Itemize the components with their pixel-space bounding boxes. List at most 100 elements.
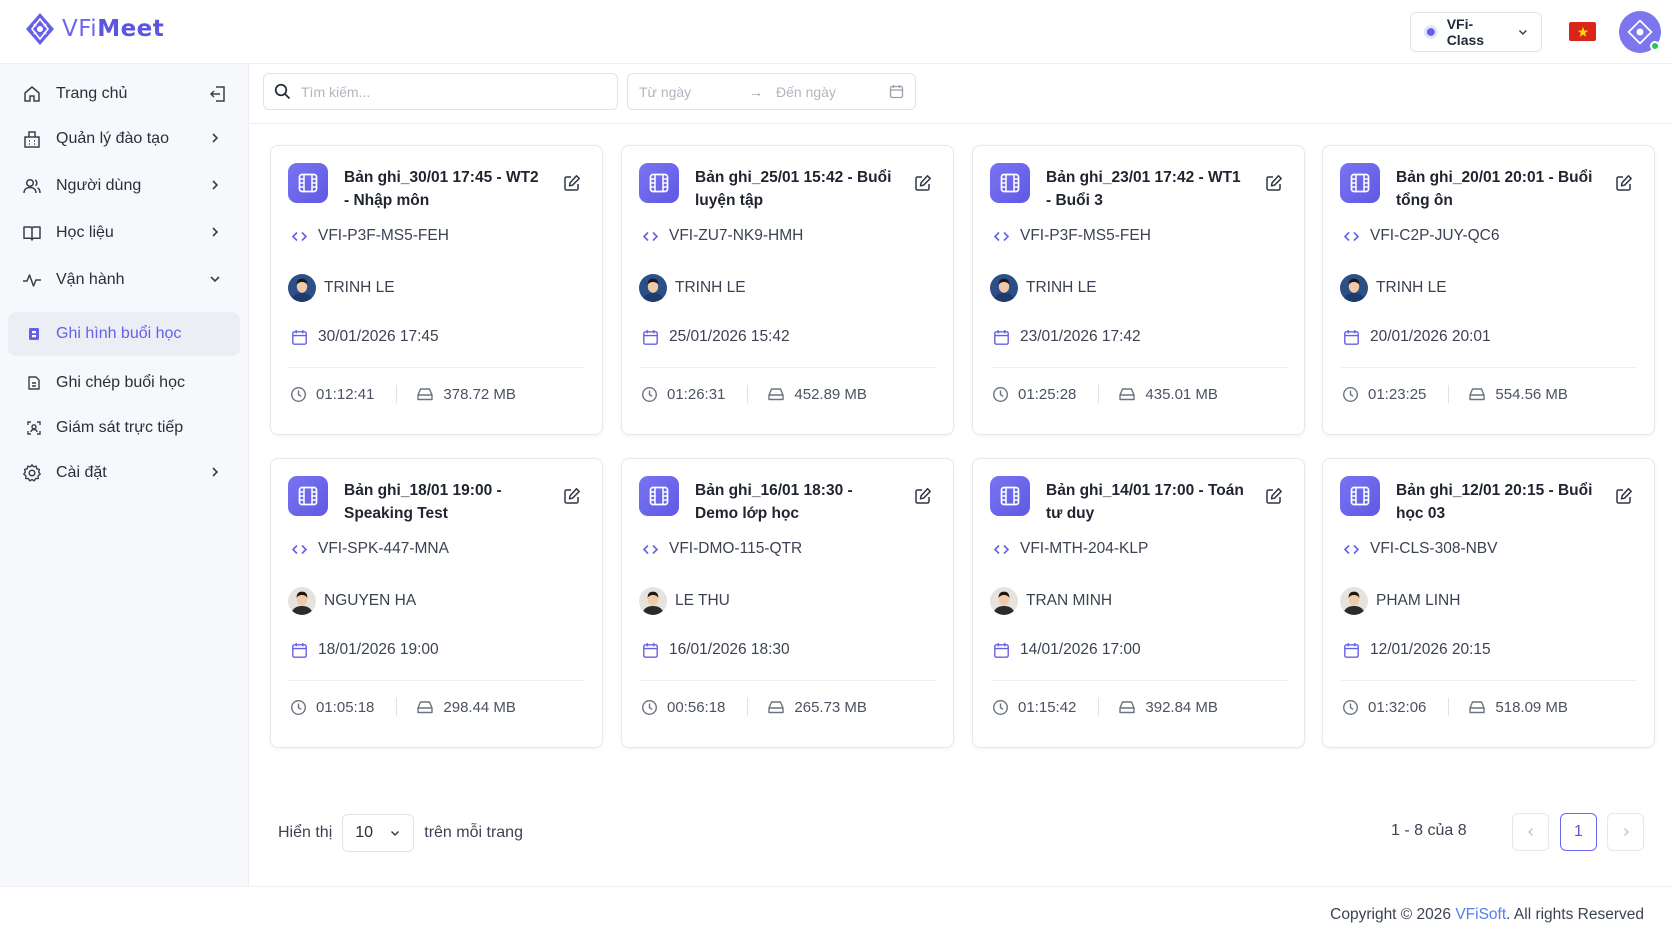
card-divider bbox=[1341, 680, 1637, 681]
host-row: NGUYEN HA bbox=[288, 587, 416, 615]
recording-card[interactable]: Bản ghi_23/01 17:42 - WT1 - Buổi 3 VFI-P… bbox=[972, 145, 1305, 435]
card-divider bbox=[640, 367, 936, 368]
code-icon bbox=[1343, 231, 1360, 241]
edit-icon[interactable] bbox=[563, 174, 581, 197]
edit-icon[interactable] bbox=[1265, 487, 1283, 510]
meeting-code: VFI-DMO-115-QTR bbox=[669, 540, 803, 557]
recording-card[interactable]: Bản ghi_30/01 17:45 - WT2 - Nhập môn VFI… bbox=[270, 145, 603, 435]
code-icon bbox=[993, 544, 1010, 554]
edit-icon[interactable] bbox=[1265, 174, 1283, 197]
pagination-range: 1 - 8 của 8 bbox=[1391, 822, 1467, 839]
recording-size: 392.84 MB bbox=[1145, 698, 1218, 716]
calendar-icon bbox=[643, 642, 658, 658]
calendar-icon bbox=[1344, 329, 1359, 345]
storage-icon bbox=[1119, 701, 1136, 714]
recording-card[interactable]: Bản ghi_14/01 17:00 - Toán tư duy VFI-MT… bbox=[972, 458, 1305, 748]
sidebar-item-home[interactable]: Trang chủ bbox=[8, 72, 240, 116]
next-page-button[interactable] bbox=[1607, 813, 1644, 851]
date-from-field[interactable]: Từ ngày bbox=[639, 84, 749, 100]
search-box[interactable] bbox=[263, 73, 618, 110]
brand-link[interactable]: VFiSoft bbox=[1455, 906, 1506, 923]
sidebar-item-settings[interactable]: Cài đặt bbox=[8, 451, 240, 495]
edit-icon[interactable] bbox=[563, 487, 581, 510]
video-thumbnail-icon bbox=[288, 476, 328, 516]
vietnam-flag-icon[interactable] bbox=[1569, 22, 1596, 41]
meta-row: 01:23:25 554.56 MB bbox=[1342, 385, 1568, 403]
edit-icon[interactable] bbox=[914, 174, 932, 197]
search-input[interactable] bbox=[301, 83, 601, 100]
sidebar-item-label: Vận hành bbox=[56, 271, 125, 288]
host-name: TRINH LE bbox=[1376, 279, 1447, 296]
sidebar-item-class-notes[interactable]: Ghi chép buổi học bbox=[8, 361, 240, 405]
storage-icon bbox=[768, 388, 785, 401]
chevron-down-icon bbox=[1519, 30, 1528, 36]
recording-date: 12/01/2026 20:15 bbox=[1370, 641, 1491, 658]
sidebar-item-users[interactable]: Người dùng bbox=[8, 164, 240, 208]
recording-size: 554.56 MB bbox=[1495, 385, 1568, 403]
recording-date: 23/01/2026 17:42 bbox=[1020, 328, 1141, 345]
date-to-field[interactable]: Đến ngày bbox=[776, 84, 836, 100]
card-divider bbox=[289, 680, 585, 681]
chevron-down-icon bbox=[210, 276, 220, 283]
page-size-select[interactable]: 10 bbox=[342, 814, 415, 852]
clock-icon bbox=[1342, 386, 1359, 402]
edit-icon[interactable] bbox=[914, 487, 932, 510]
sidebar-item-training[interactable]: Quản lý đào tạo bbox=[8, 117, 240, 161]
edit-icon[interactable] bbox=[1615, 487, 1633, 510]
app-logo[interactable]: VFiMeet bbox=[24, 11, 164, 47]
calendar-icon[interactable] bbox=[889, 84, 904, 99]
class-switcher[interactable]: VFi-Class bbox=[1410, 12, 1542, 52]
calendar-icon bbox=[994, 642, 1009, 658]
sidebar-item-live-monitoring[interactable]: Giám sát trực tiếp bbox=[8, 406, 240, 450]
record-icon bbox=[29, 328, 39, 340]
storage-icon bbox=[417, 388, 434, 401]
code-icon bbox=[642, 231, 659, 241]
recording-date: 16/01/2026 18:30 bbox=[669, 641, 790, 658]
video-thumbnail-icon bbox=[288, 163, 328, 203]
user-avatar[interactable] bbox=[1619, 11, 1661, 53]
page-size-control: Hiển thị 10 trên mỗi trang bbox=[278, 814, 523, 852]
sidebar-item-operations[interactable]: Vận hành bbox=[8, 258, 240, 302]
prev-page-button[interactable] bbox=[1512, 813, 1549, 851]
meeting-code: VFI-P3F-MS5-FEH bbox=[318, 227, 449, 244]
sidebar-item-label: Ghi chép buổi học bbox=[56, 374, 185, 391]
recording-date: 25/01/2026 15:42 bbox=[669, 328, 790, 345]
calendar-icon bbox=[292, 642, 307, 658]
meeting-code-row: VFI-MTH-204-KLP bbox=[993, 540, 1148, 558]
recording-title: Bản ghi_23/01 17:42 - WT1 - Buổi 3 bbox=[1046, 169, 1241, 209]
arrow-right-icon: → bbox=[749, 83, 763, 100]
clock-icon bbox=[641, 386, 658, 402]
sidebar-item-label: Trang chủ bbox=[56, 85, 128, 102]
page-button-current[interactable]: 1 bbox=[1560, 813, 1597, 851]
meta-separator bbox=[1448, 698, 1450, 716]
meta-row: 01:32:06 518.09 MB bbox=[1342, 698, 1568, 716]
sidebar-item-class-recording[interactable]: Ghi hình buổi học bbox=[8, 312, 240, 356]
video-thumbnail-icon bbox=[639, 163, 679, 203]
date-row: 16/01/2026 18:30 bbox=[642, 641, 790, 659]
sidebar-item-materials[interactable]: Học liệu bbox=[8, 211, 240, 255]
calendar-icon bbox=[1344, 642, 1359, 658]
recording-card[interactable]: Bản ghi_25/01 15:42 - Buổi luyện tập VFI… bbox=[621, 145, 954, 435]
class-switcher-label: VFi-Class bbox=[1446, 16, 1485, 48]
clock-icon bbox=[641, 699, 658, 715]
collapse-sidebar-icon[interactable] bbox=[208, 84, 228, 109]
recording-duration: 01:15:42 bbox=[1018, 698, 1077, 716]
sidebar: Trang chủ Quản lý đào tạo Người dùng Học… bbox=[0, 64, 249, 886]
recording-card[interactable]: Bản ghi_12/01 20:15 - Buổi học 03 VFI-CL… bbox=[1322, 458, 1655, 748]
edit-icon[interactable] bbox=[1615, 174, 1633, 197]
host-avatar bbox=[1340, 587, 1368, 615]
activity-icon bbox=[23, 274, 41, 287]
video-thumbnail-icon bbox=[639, 476, 679, 516]
date-range-picker[interactable]: Từ ngày → Đến ngày bbox=[627, 73, 916, 110]
host-avatar bbox=[990, 587, 1018, 615]
meeting-code-row: VFI-P3F-MS5-FEH bbox=[993, 227, 1151, 245]
card-divider bbox=[289, 367, 585, 368]
host-name: PHAM LINH bbox=[1376, 592, 1461, 609]
card-divider bbox=[1341, 367, 1637, 368]
recording-card[interactable]: Bản ghi_20/01 20:01 - Buổi tổng ôn VFI-C… bbox=[1322, 145, 1655, 435]
recording-card[interactable]: Bản ghi_16/01 18:30 - Demo lớp học VFI-D… bbox=[621, 458, 954, 748]
recording-card[interactable]: Bản ghi_18/01 19:00 - Speaking Test VFI-… bbox=[270, 458, 603, 748]
meeting-code: VFI-P3F-MS5-FEH bbox=[1020, 227, 1151, 244]
sidebar-item-label: Ghi hình buổi học bbox=[56, 325, 182, 342]
show-label: Hiển thị bbox=[278, 824, 333, 841]
